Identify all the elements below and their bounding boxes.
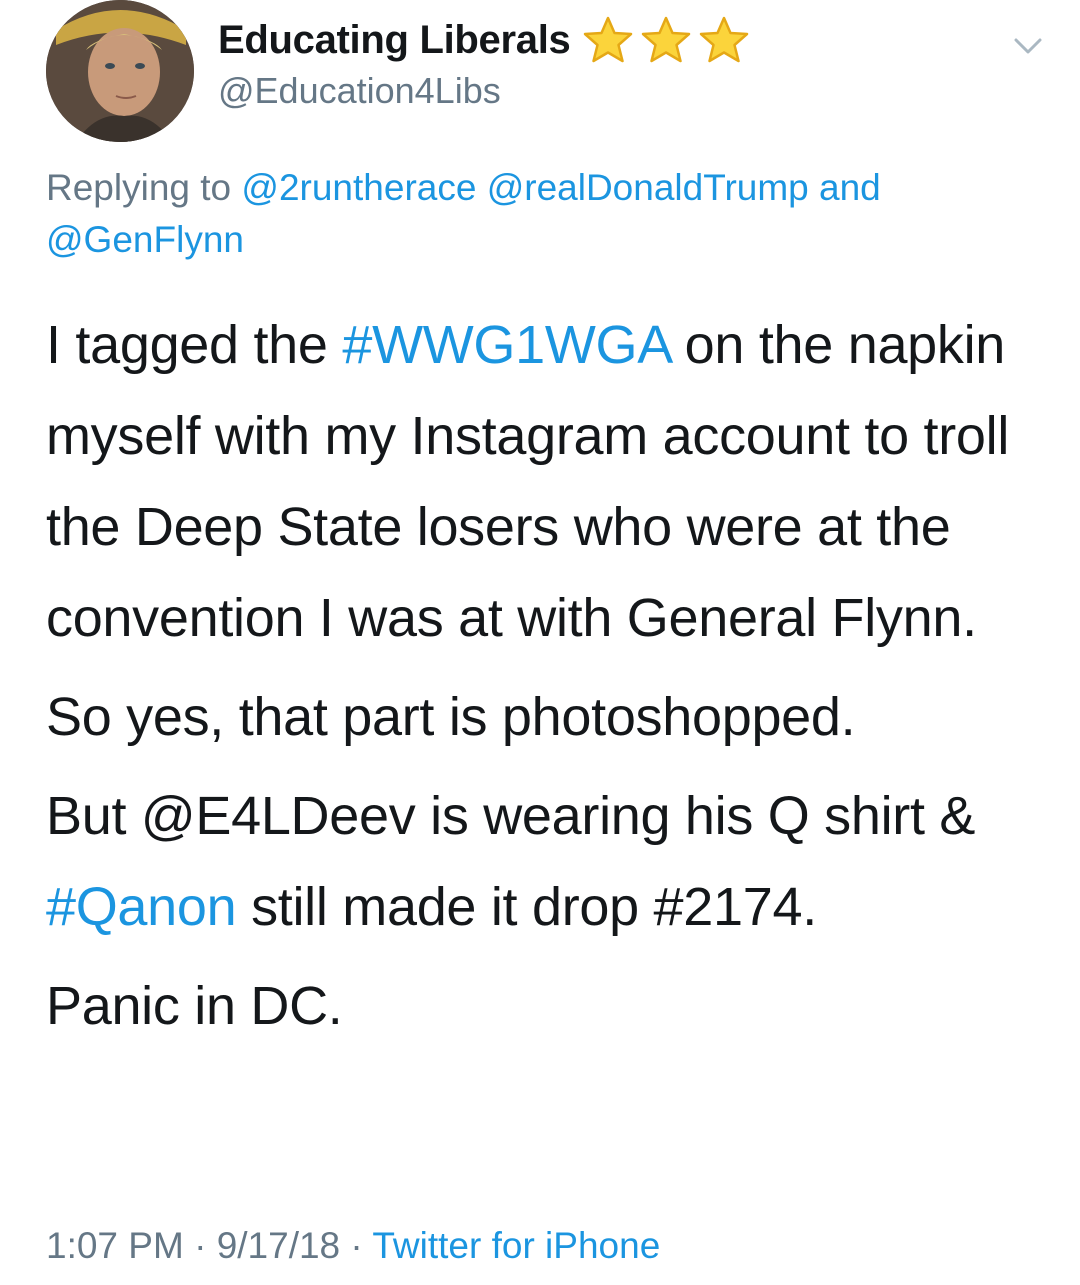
avatar-image — [46, 0, 194, 142]
replying-to: Replying to @2runtherace @realDonaldTrum… — [46, 162, 1046, 266]
mention-genflynn[interactable]: @GenFlynn — [46, 219, 244, 260]
mention-conjunction[interactable]: and — [819, 167, 881, 208]
author-names: Educating Liberals @Education4Libs — [218, 14, 752, 112]
tweet-paragraph-4: Panic in DC. — [46, 976, 343, 1036]
meta-separator: · — [340, 1225, 373, 1266]
tweet-date[interactable]: 9/17/18 — [217, 1225, 340, 1266]
tweet-source[interactable]: Twitter for iPhone — [372, 1225, 660, 1266]
mention-2runtherace[interactable]: @2runtherace — [241, 167, 476, 208]
avatar[interactable] — [46, 0, 194, 142]
badges — [580, 15, 752, 65]
display-name[interactable]: Educating Liberals — [218, 18, 571, 63]
tweet-header: Educating Liberals @Education4Libs — [46, 0, 1046, 150]
tweet-paragraph-3: But @E4LDeev is wearing his Q shirt & #Q… — [46, 771, 1056, 953]
hashtag-qanon[interactable]: #Qanon — [46, 877, 237, 937]
tweet: Educating Liberals @Education4Libs Reply… — [0, 0, 1080, 1285]
tweet-paragraph-1: I tagged the #WWG1WGA on the napkin myse… — [46, 300, 1056, 664]
tweet-meta: 1:07 PM · 9/17/18 · Twitter for iPhone — [46, 1225, 660, 1267]
star-icon — [584, 16, 633, 63]
chevron-down-icon[interactable] — [1010, 28, 1046, 64]
tweet-paragraph-2: So yes, that part is photoshopped. — [46, 687, 856, 747]
tweet-text-segment: still made it drop #2174. — [236, 877, 817, 937]
hashtag-wwg1wga[interactable]: #WWG1WGA — [342, 315, 670, 375]
tweet-text-segment: But @E4LDeev is wearing his Q shirt & — [46, 786, 976, 846]
star-icon — [642, 16, 691, 63]
tweet-text: I tagged the #WWG1WGA on the napkin myse… — [46, 300, 1056, 1060]
user-handle[interactable]: @Education4Libs — [218, 70, 752, 112]
mention-realdonaldtrump[interactable]: @realDonaldTrump — [487, 167, 809, 208]
tweet-text-segment: I tagged the — [46, 315, 343, 375]
display-name-row: Educating Liberals — [218, 14, 752, 66]
replying-prefix: Replying to — [46, 167, 232, 208]
meta-separator: · — [183, 1225, 217, 1266]
tweet-time[interactable]: 1:07 PM — [46, 1225, 184, 1266]
star-icon — [700, 16, 749, 63]
